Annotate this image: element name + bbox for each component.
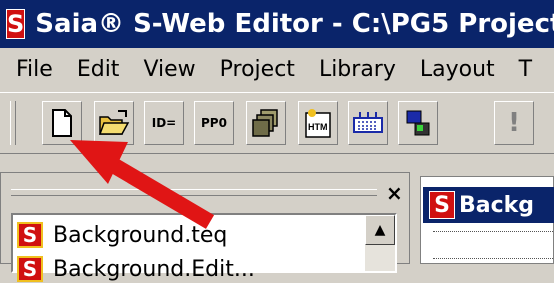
pp0-button[interactable]: PP0: [194, 101, 234, 145]
keyboard-button[interactable]: [348, 101, 388, 145]
exclamation-button[interactable]: !: [494, 101, 534, 145]
menu-file[interactable]: File: [0, 57, 65, 82]
scroll-up-icon[interactable]: ▲: [365, 215, 395, 245]
list-item-label: Background.teq: [53, 222, 228, 248]
list-item-label: Background.Edit...: [53, 256, 255, 282]
title-bar: S Saia® S-Web Editor - C:\PG5 Projects 1: [0, 0, 554, 48]
menu-edit[interactable]: Edit: [65, 57, 132, 82]
list-scrollbar[interactable]: ▲: [365, 215, 395, 271]
editor-title-bar[interactable]: S Backg: [423, 187, 554, 223]
htm-button[interactable]: HTM: [298, 101, 338, 145]
htm-icon: HTM: [305, 109, 331, 138]
id-button[interactable]: ID=: [144, 101, 184, 145]
keyboard-icon: [353, 112, 383, 133]
menu-layout[interactable]: Layout: [408, 57, 507, 82]
editor-title: Backg: [459, 192, 535, 218]
close-icon[interactable]: ×: [386, 181, 403, 205]
file-list[interactable]: S Background.teq S Background.Edit... ▲: [11, 213, 397, 282]
toolbar: ID= PP0 HTM !: [0, 92, 554, 154]
editor-window: S Backg: [420, 176, 554, 264]
menu-tools[interactable]: T: [507, 57, 544, 82]
exclamation-icon: !: [508, 108, 520, 138]
list-item[interactable]: S Background.teq: [17, 221, 227, 249]
editor-app-icon: S: [429, 191, 455, 219]
stack-button[interactable]: [246, 101, 286, 145]
menu-view[interactable]: View: [131, 57, 207, 82]
network-button[interactable]: [398, 101, 438, 145]
open-folder-icon: [98, 110, 130, 135]
network-icon: [406, 110, 430, 136]
toolbar-grip[interactable]: [10, 101, 16, 145]
pp0-label: PP0: [201, 116, 227, 130]
menu-project[interactable]: Project: [208, 57, 307, 82]
app-icon[interactable]: S: [6, 9, 26, 39]
file-list-pane: × S Background.teq S Background.Edit... …: [0, 172, 410, 282]
id-label: ID=: [151, 116, 177, 130]
editor-grid: [433, 231, 554, 259]
svg-text:HTM: HTM: [308, 122, 328, 132]
stack-icon: [252, 109, 278, 137]
saia-file-icon: S: [17, 256, 43, 282]
menu-bar: File Edit View Project Library Layout T: [0, 48, 554, 90]
saia-file-icon: S: [17, 222, 43, 248]
menu-library[interactable]: Library: [307, 57, 408, 82]
pane-grip-line: [11, 195, 377, 197]
new-file-icon: [52, 109, 72, 137]
open-button[interactable]: [94, 101, 134, 145]
window-title: Saia® S-Web Editor - C:\PG5 Projects 1: [35, 9, 554, 39]
list-item[interactable]: S Background.Edit...: [17, 255, 255, 283]
new-file-button[interactable]: [42, 101, 82, 145]
